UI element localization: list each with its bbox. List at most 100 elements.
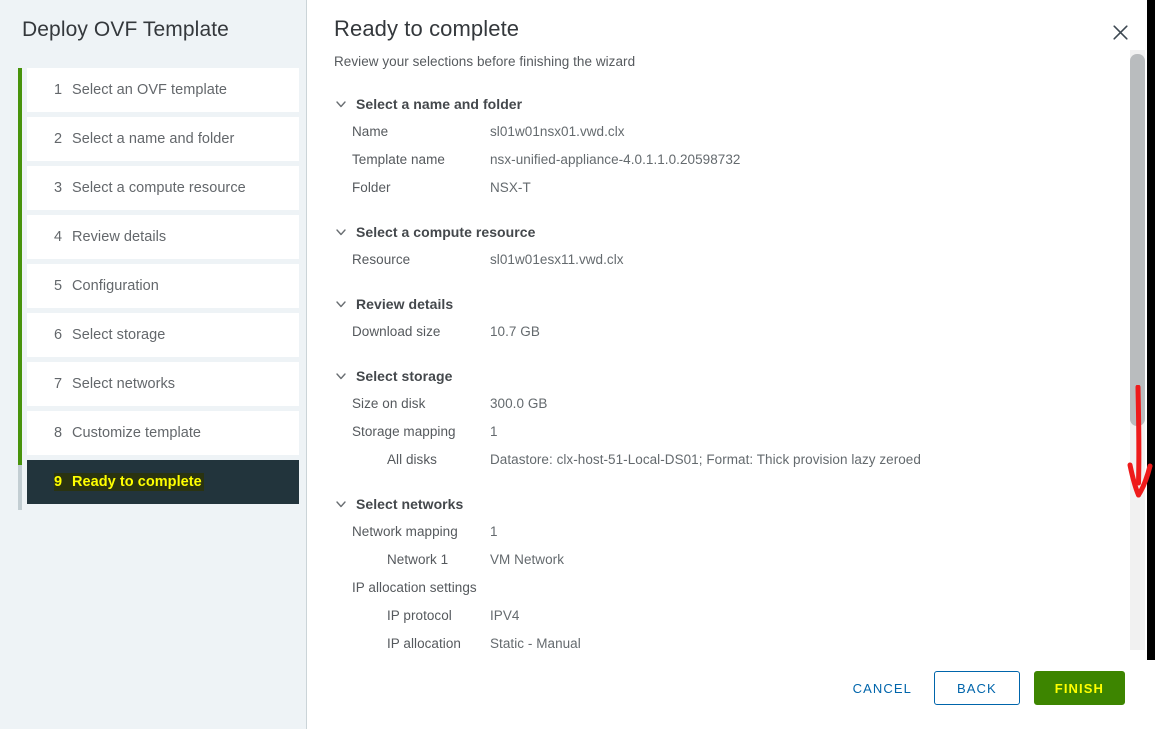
review-row: Size on disk 300.0 GB — [308, 389, 1132, 417]
review-section-header[interactable]: Select a name and folder — [308, 91, 1132, 117]
sidebar-step-number: 6 — [54, 327, 63, 343]
review-row-label: Folder — [352, 179, 391, 195]
sidebar-step-number: 1 — [54, 82, 63, 98]
review-section-header[interactable]: Select a compute resource — [308, 219, 1132, 245]
review-row: Name sl01w01nsx01.vwd.clx — [308, 117, 1132, 145]
review-row-label: Network mapping — [352, 523, 458, 539]
chevron-down-icon — [336, 373, 346, 380]
step-progress-rail-tail — [18, 465, 22, 510]
review-row-value: VM Network — [490, 551, 565, 567]
deploy-ovf-template-wizard: Deploy OVF Template 1 Select an OVF templ… — [0, 0, 1155, 729]
review-row-value: 1 — [490, 523, 498, 539]
vertical-scrollbar-track[interactable] — [1130, 50, 1145, 650]
review-section: Select a compute resource Resource sl01w01… — [308, 219, 1132, 287]
review-section: Select storage Size on disk 300.0 GB Storag… — [308, 363, 1132, 487]
close-icon[interactable] — [1109, 21, 1131, 43]
review-row: IP protocol IPV4 — [308, 601, 1132, 629]
sidebar-step-number: 7 — [54, 376, 63, 392]
review-section-title: Select storage — [356, 368, 453, 384]
review-section-title: Select a name and folder — [356, 96, 523, 112]
review-row-value: nsx-unified-appliance-4.0.1.1.0.20598732 — [490, 151, 741, 167]
review-section-header[interactable]: Review details — [308, 291, 1132, 317]
chevron-down-icon — [336, 301, 346, 308]
review-row-value: IPV4 — [490, 607, 520, 623]
sidebar-step-8[interactable]: 8 Customize template — [27, 411, 299, 455]
review-row: Storage mapping 1 — [308, 417, 1132, 445]
sidebar-step-6[interactable]: 6 Select storage — [27, 313, 299, 357]
page-subtitle: Review your selections before finishing … — [334, 54, 636, 69]
sidebar-step-1[interactable]: 1 Select an OVF template — [27, 68, 299, 112]
finish-button[interactable]: FINISH — [1033, 671, 1125, 705]
review-row-value: 10.7 GB — [490, 323, 540, 339]
sidebar-step-label: Select a name and folder — [72, 131, 235, 147]
sidebar-step-number: 8 — [54, 425, 63, 441]
review-row-label: All disks — [387, 451, 437, 467]
wizard-title: Deploy OVF Template — [22, 18, 229, 41]
review-row: IP allocation Static - Manual — [308, 629, 1132, 652]
sidebar-step-label: Select networks — [72, 376, 176, 392]
sidebar-step-9[interactable]: 9 Ready to complete — [27, 460, 299, 504]
sidebar-step-5[interactable]: 5 Configuration — [27, 264, 299, 308]
review-section-title: Select networks — [356, 496, 464, 512]
review-summary-list: Select a name and folder Name sl01w01nsx01… — [308, 82, 1132, 652]
review-row-value: sl01w01nsx01.vwd.clx — [490, 123, 625, 139]
right-gutter — [1147, 0, 1155, 729]
review-row: Download size 10.7 GB — [308, 317, 1132, 345]
review-summary-scroll-viewport: Select a name and folder Name sl01w01nsx01… — [308, 82, 1132, 652]
review-row-label: IP protocol — [387, 607, 452, 623]
vertical-scrollbar-thumb[interactable] — [1130, 54, 1145, 426]
review-section-header[interactable]: Select networks — [308, 491, 1132, 517]
review-section: Review details Download size 10.7 GB — [308, 291, 1132, 359]
review-section: Select networks Network mapping 1 Network 1… — [308, 491, 1132, 652]
review-row-label: Network 1 — [387, 551, 449, 567]
sidebar-step-label: Select a compute resource — [72, 180, 246, 196]
review-section-title: Select a compute resource — [356, 224, 536, 240]
sidebar-step-label: Configuration — [72, 278, 159, 294]
review-row: Network mapping 1 — [308, 517, 1132, 545]
review-row-label: IP allocation — [387, 635, 461, 651]
sidebar-step-label: Review details — [72, 229, 167, 245]
sidebar-step-number: 9 — [54, 473, 72, 491]
review-row-label: Resource — [352, 251, 411, 267]
wizard-sidebar: Deploy OVF Template 1 Select an OVF templ… — [0, 0, 307, 729]
review-row-value: 300.0 GB — [490, 395, 548, 411]
sidebar-step-number: 2 — [54, 131, 63, 147]
review-row-value: 1 — [490, 423, 498, 439]
review-row-value: NSX-T — [490, 179, 531, 195]
review-row-label: Size on disk — [352, 395, 426, 411]
review-section-header[interactable]: Select storage — [308, 363, 1132, 389]
review-row: Template name nsx-unified-appliance-4.0.1… — [308, 145, 1132, 173]
cancel-button[interactable]: CANCEL — [835, 671, 930, 705]
sidebar-step-3[interactable]: 3 Select a compute resource — [27, 166, 299, 210]
wizard-button-row: CANCEL BACK FINISH — [835, 671, 1125, 705]
chevron-down-icon — [336, 229, 346, 236]
sidebar-step-7[interactable]: 7 Select networks — [27, 362, 299, 406]
sidebar-step-label: Customize template — [72, 425, 202, 441]
back-button[interactable]: BACK — [933, 671, 1020, 705]
review-row-label: IP allocation settings — [352, 579, 477, 595]
sidebar-step-2[interactable]: 2 Select a name and folder — [27, 117, 299, 161]
review-row-label: Storage mapping — [352, 423, 456, 439]
sidebar-step-4[interactable]: 4 Review details — [27, 215, 299, 259]
review-row-value: Static - Manual — [490, 635, 581, 651]
review-row: IP allocation settings — [308, 573, 1132, 601]
review-row-label: Download size — [352, 323, 441, 339]
sidebar-step-number: 4 — [54, 229, 63, 245]
review-row-value: sl01w01esx11.vwd.clx — [490, 251, 624, 267]
wizard-footer: CANCEL BACK FINISH — [308, 660, 1155, 729]
review-row-label: Template name — [352, 151, 445, 167]
review-section: Select a name and folder Name sl01w01nsx01… — [308, 91, 1132, 215]
review-row-label: Name — [352, 123, 389, 139]
sidebar-step-label: Select an OVF template — [72, 82, 228, 98]
chevron-down-icon — [336, 101, 346, 108]
page-title: Ready to complete — [334, 16, 520, 41]
review-row: Folder NSX-T — [308, 173, 1132, 201]
review-row: Resource sl01w01esx11.vwd.clx — [308, 245, 1132, 273]
review-section-title: Review details — [356, 296, 454, 312]
sidebar-step-label: Ready to complete — [72, 473, 204, 491]
review-row: All disks Datastore: clx-host-51-Local-DS… — [308, 445, 1132, 473]
